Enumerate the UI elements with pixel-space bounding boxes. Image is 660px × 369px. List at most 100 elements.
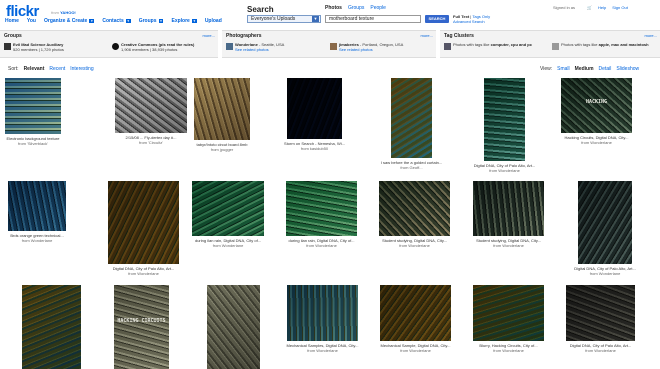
- photo-owner[interactable]: from Wonderlane: [283, 348, 363, 353]
- photo-owner[interactable]: from Wonderlane: [561, 348, 641, 353]
- advanced-search-link[interactable]: Advanced Search: [453, 19, 490, 24]
- photo-thumbnail[interactable]: [287, 285, 358, 341]
- main-nav: Home You Organize & Create ▼ Contacts ▼ Gr…: [5, 18, 222, 24]
- view-slideshow[interactable]: Slideshow: [616, 66, 639, 72]
- photo-thumbnail[interactable]: [194, 78, 250, 140]
- nav-organize[interactable]: Organize & Create ▼: [44, 18, 95, 24]
- photo-tile: during ilan rain, Digital DNA, City of..…: [188, 181, 268, 248]
- photo-tile: Mechanical Samples, Digital DNA, City...…: [283, 285, 363, 353]
- nav-explore[interactable]: Explore ▼: [171, 18, 197, 24]
- sort-recent[interactable]: Recent: [49, 66, 65, 72]
- view-detail[interactable]: Detail: [599, 66, 612, 72]
- photo-tile: [194, 285, 274, 369]
- photo-thumbnail[interactable]: [5, 78, 61, 134]
- sort-interesting[interactable]: Interesting: [70, 66, 93, 72]
- tag-cluster-item[interactable]: Photos with tags like computer, cpu and …: [444, 42, 545, 50]
- tab-people[interactable]: People: [370, 5, 386, 11]
- tag-clusters-more-link[interactable]: more...: [645, 33, 657, 38]
- photo-tile: Digital DNA, City of Palo Alto, Art...fr…: [12, 285, 92, 369]
- photo-overlay-text: HACKING: [585, 99, 608, 105]
- photo-thumbnail[interactable]: [192, 181, 264, 236]
- nav-groups[interactable]: Groups ▼: [139, 18, 164, 24]
- photo-thumbnail[interactable]: [578, 181, 632, 264]
- search-button[interactable]: SEARCH: [425, 15, 449, 23]
- photo-thumbnail[interactable]: [22, 285, 81, 369]
- chevron-down-icon[interactable]: ▼: [158, 19, 164, 23]
- chevron-down-icon[interactable]: ▼: [191, 19, 197, 23]
- search-input[interactable]: motherboard texture: [325, 15, 421, 23]
- view-small[interactable]: Small: [557, 66, 570, 72]
- search-scope-select[interactable]: Everyone's Uploads ▼: [247, 15, 321, 23]
- photo-owner[interactable]: from 'Silverblack': [0, 141, 73, 146]
- photo-thumbnail[interactable]: HACKING CIRCUITS: [114, 285, 169, 369]
- photo-owner[interactable]: from Wonderlane: [0, 238, 77, 243]
- tag-cluster-item[interactable]: Photos with tags like apple, mac and mac…: [552, 42, 660, 50]
- photo-owner[interactable]: from kasidub50: [275, 146, 355, 151]
- nav-you[interactable]: You: [27, 18, 36, 24]
- photo-owner[interactable]: from Wonderlane: [557, 140, 637, 145]
- photo-thumbnail[interactable]: [473, 285, 544, 341]
- photo-thumbnail[interactable]: [207, 285, 260, 369]
- photo-tile: tabyr/Intoto circut board 8mb from jpugge…: [182, 78, 262, 152]
- photo-thumbnail[interactable]: [115, 78, 187, 133]
- group-avatar: [4, 43, 11, 50]
- photo-owner[interactable]: from Wonderlane: [104, 271, 184, 276]
- photographers-panel: Photographers more... Wonderlane - Seatt…: [222, 30, 436, 58]
- groups-more-link[interactable]: more...: [203, 33, 215, 38]
- photo-owner[interactable]: from Wonderlane: [376, 348, 456, 353]
- search-mode: Full Text | Tags Only Advanced Search: [453, 14, 491, 24]
- view-bar: View: Small Medium Detail Slideshow: [540, 66, 639, 72]
- photo-tile: Mechanical Sample, Digital DNA, City... f…: [376, 285, 456, 353]
- nav-contacts[interactable]: Contacts ▼: [102, 18, 131, 24]
- cluster-thumbnail: [444, 43, 451, 50]
- photo-thumbnail[interactable]: [8, 181, 66, 231]
- avatar: [330, 43, 337, 50]
- cart-icon[interactable]: 🛒: [587, 5, 592, 10]
- tab-photos[interactable]: Photos: [325, 5, 342, 11]
- photo-thumbnail[interactable]: [484, 78, 525, 161]
- nav-home[interactable]: Home: [5, 18, 19, 24]
- group-item[interactable]: Creative Commons (pls read the rules) 1,9…: [112, 42, 194, 52]
- photo-thumbnail[interactable]: [391, 78, 432, 158]
- photo-owner[interactable]: from Wonderlane: [375, 243, 455, 248]
- photo-tile: Digital DNA, City of Palo Alto, Art...fr…: [104, 181, 184, 276]
- photo-tile: Student studying, Digital DNA, City... fr…: [469, 181, 549, 248]
- photo-tile: Digital DNA, City of Palo Alto, Art...fr…: [561, 285, 641, 353]
- sort-label: Sort:: [8, 66, 19, 72]
- photo-owner[interactable]: from Wonderlane: [465, 168, 545, 173]
- view-label: View:: [540, 66, 553, 72]
- photo-owner[interactable]: from Wonderlane: [469, 243, 549, 248]
- photo-thumbnail[interactable]: [380, 285, 451, 341]
- photo-owner[interactable]: from 'Circuitz': [111, 140, 191, 145]
- help-link[interactable]: Help: [598, 5, 606, 10]
- chevron-down-icon: ▼: [312, 16, 319, 22]
- photo-owner[interactable]: from Geoff...: [372, 165, 452, 170]
- photo-thumbnail[interactable]: HACKING: [561, 78, 632, 133]
- chevron-down-icon[interactable]: ▼: [89, 19, 95, 23]
- view-medium[interactable]: Medium: [575, 66, 594, 72]
- photo-thumbnail[interactable]: [286, 181, 357, 236]
- photographer-item[interactable]: jimaberies - Portland, Oregon, USA See re…: [330, 42, 403, 52]
- photo-owner[interactable]: from Wonderlane: [469, 348, 549, 353]
- photo-owner[interactable]: from Wonderlane: [565, 271, 645, 276]
- photo-thumbnail[interactable]: [566, 285, 635, 341]
- photo-thumbnail[interactable]: [108, 181, 179, 264]
- photo-tile: HACKING CIRCUITSfrom Wonderlane: [102, 285, 182, 369]
- photo-thumbnail[interactable]: [287, 78, 342, 139]
- photo-owner[interactable]: from Wonderlane: [188, 243, 268, 248]
- nav-upload[interactable]: Upload: [205, 18, 222, 24]
- account-bar: Signed in as 🛒 Help Sign Out: [553, 5, 628, 10]
- photo-thumbnail[interactable]: [473, 181, 544, 236]
- photographer-item[interactable]: Wonderlane - Seattle, USA See related pho…: [226, 42, 284, 52]
- photo-owner[interactable]: from Wonderlane: [282, 243, 362, 248]
- photo-thumbnail[interactable]: [379, 181, 450, 236]
- photo-owner[interactable]: from jpugger: [182, 147, 262, 152]
- sign-out-link[interactable]: Sign Out: [612, 5, 628, 10]
- tab-groups[interactable]: Groups: [348, 5, 364, 11]
- photo-tile: Blurry, Hacking Circuits, City of... from…: [469, 285, 549, 353]
- yahoo-brand: YAHOO!: [60, 10, 76, 15]
- photographers-more-link[interactable]: more...: [421, 33, 433, 38]
- group-item[interactable]: Evil Mad Science Auxiliary 520 members | …: [4, 42, 64, 52]
- chevron-down-icon[interactable]: ▼: [125, 19, 131, 23]
- sort-relevant[interactable]: Relevant: [24, 66, 45, 72]
